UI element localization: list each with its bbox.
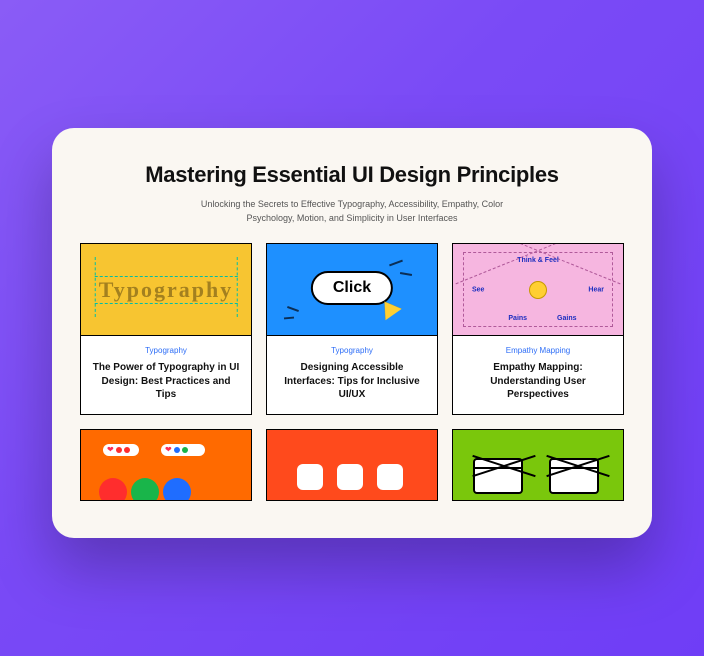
- stage-background: Mastering Essential UI Design Principles…: [0, 0, 704, 656]
- click-button-illustration: Click: [311, 271, 393, 305]
- card-thumbnail: [267, 430, 437, 500]
- color-circle-icon: [99, 478, 127, 500]
- card-meta: Empathy Mapping Empathy Mapping: Underst…: [453, 336, 623, 414]
- spark-icon: [389, 260, 403, 267]
- card-title: The Power of Typography in UI Design: Be…: [91, 361, 241, 402]
- dot-icon: [182, 447, 188, 453]
- card-thumbnail: [453, 430, 623, 500]
- card-thumbnail: Think & Feel See Hear Pains Gains: [453, 244, 623, 336]
- card-thumbnail: ❤ ❤: [81, 430, 251, 500]
- card-meta: Typography The Power of Typography in UI…: [81, 336, 251, 414]
- content-panel: Mastering Essential UI Design Principles…: [52, 128, 652, 538]
- card-empathy-mapping[interactable]: Think & Feel See Hear Pains Gains Empath…: [452, 243, 624, 415]
- empathy-label-think: Think & Feel: [517, 257, 559, 264]
- card-grid: Typography Typography The Power of Typog…: [80, 243, 624, 501]
- color-circle-icon: [163, 478, 191, 500]
- card-accessibility[interactable]: Click Typography Designing Accessible In…: [266, 243, 438, 415]
- spark-icon: [287, 306, 299, 312]
- spark-icon: [284, 316, 294, 319]
- card-thumbnail: Typography: [81, 244, 251, 336]
- empathy-label-see: See: [472, 286, 484, 293]
- color-circle-icon: [131, 478, 159, 500]
- card-motion[interactable]: [266, 429, 438, 501]
- card-category: Typography: [277, 346, 427, 355]
- spark-icon: [400, 272, 412, 276]
- empathy-label-gains: Gains: [557, 315, 576, 322]
- face-icon: [529, 281, 547, 299]
- card-typography[interactable]: Typography Typography The Power of Typog…: [80, 243, 252, 415]
- card-category: Empathy Mapping: [463, 346, 613, 355]
- card-color-psychology[interactable]: ❤ ❤: [80, 429, 252, 501]
- motion-square-icon: [337, 464, 363, 490]
- card-thumbnail: Click: [267, 244, 437, 336]
- heart-icon: ❤: [165, 445, 172, 454]
- card-category: Typography: [91, 346, 241, 355]
- card-title: Designing Accessible Interfaces: Tips fo…: [277, 361, 427, 402]
- dot-icon: [124, 447, 130, 453]
- page-title: Mastering Essential UI Design Principles: [80, 162, 624, 188]
- reaction-pill-icon: ❤: [103, 444, 139, 456]
- card-simplicity[interactable]: [452, 429, 624, 501]
- empathy-label-pains: Pains: [508, 315, 527, 322]
- motion-square-icon: [297, 464, 323, 490]
- card-meta: Typography Designing Accessible Interfac…: [267, 336, 437, 414]
- typography-word-icon: Typography: [95, 276, 238, 304]
- reaction-pill-icon: ❤: [161, 444, 205, 456]
- motion-square-icon: [377, 464, 403, 490]
- dot-icon: [174, 447, 180, 453]
- empathy-map-frame: Think & Feel See Hear Pains Gains: [463, 252, 613, 327]
- page-subtitle: Unlocking the Secrets to Effective Typog…: [182, 198, 522, 225]
- dot-icon: [116, 447, 122, 453]
- heart-icon: ❤: [107, 445, 114, 454]
- empathy-label-hear: Hear: [588, 286, 604, 293]
- card-title: Empathy Mapping: Understanding User Pers…: [463, 361, 613, 402]
